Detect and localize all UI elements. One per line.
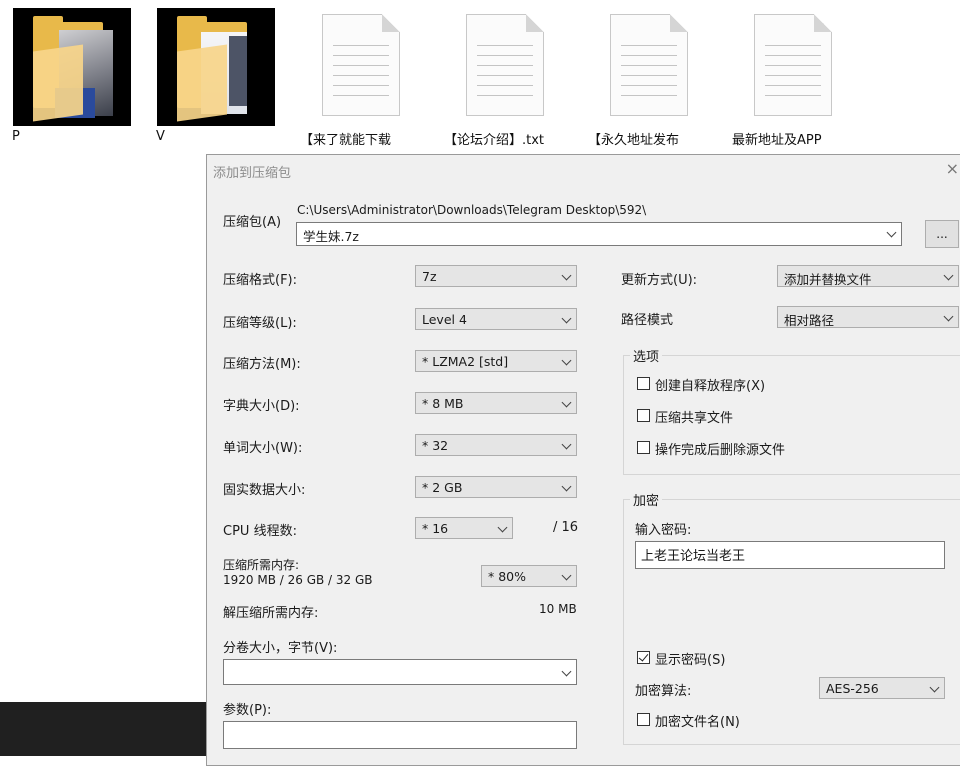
file-label[interactable]: 【论坛介绍】.txt — [444, 129, 564, 148]
parameters-input[interactable] — [223, 721, 577, 749]
word-size-select[interactable]: * 32 — [415, 434, 577, 456]
archive-name-value: 学生妹.7z — [303, 229, 359, 244]
shared-files-checkbox[interactable] — [637, 409, 650, 422]
show-password-checkbox[interactable] — [637, 651, 650, 664]
parameters-label: 参数(P): — [223, 703, 272, 718]
path-mode-select[interactable]: 相对路径 — [777, 306, 959, 328]
format-label: 压缩格式(F): — [223, 273, 298, 288]
update-mode-select[interactable]: 添加并替换文件 — [777, 265, 959, 287]
chevron-down-icon — [561, 313, 572, 324]
archive-path: C:\Users\Administrator\Downloads\Telegra… — [297, 203, 647, 217]
encrypt-names-label[interactable]: 加密文件名(N) — [655, 711, 740, 730]
close-icon[interactable]: × — [946, 159, 959, 178]
solid-block-label: 固实数据大小: — [223, 483, 306, 498]
shared-files-label[interactable]: 压缩共享文件 — [655, 407, 733, 426]
chevron-down-icon — [929, 682, 940, 693]
file-label[interactable]: 【来了就能下载 — [300, 129, 420, 148]
dialog-title: 添加到压缩包 — [213, 166, 292, 181]
chevron-down-icon — [886, 227, 897, 238]
delete-after-label[interactable]: 操作完成后删除源文件 — [655, 439, 785, 458]
show-password-label[interactable]: 显示密码(S) — [655, 649, 725, 668]
solid-block-select[interactable]: * 2 GB — [415, 476, 577, 498]
chevron-down-icon — [561, 481, 572, 492]
dictionary-select[interactable]: * 8 MB — [415, 392, 577, 414]
chevron-down-icon — [561, 439, 572, 450]
format-select[interactable]: 7z — [415, 265, 577, 287]
level-select[interactable]: Level 4 — [415, 308, 577, 330]
folder-p-label[interactable]: P — [12, 129, 132, 144]
chevron-down-icon — [943, 311, 954, 322]
sfx-checkbox[interactable] — [637, 377, 650, 390]
text-file-icon[interactable] — [466, 14, 544, 116]
memory-percent-select[interactable]: * 80% — [481, 565, 577, 587]
file-label[interactable]: 【永久地址发布 — [588, 129, 708, 148]
options-title: 选项 — [630, 346, 663, 365]
word-size-label: 单词大小(W): — [223, 441, 303, 456]
browse-button[interactable]: ... — [925, 220, 959, 248]
encryption-method-select[interactable]: AES-256 — [819, 677, 945, 699]
archive-name-combo[interactable]: 学生妹.7z — [296, 222, 902, 246]
update-mode-label: 更新方式(U): — [621, 273, 698, 288]
chevron-down-icon — [943, 270, 954, 281]
path-mode-label: 路径模式 — [621, 313, 674, 328]
decompress-memory-label: 解压缩所需内存: — [223, 606, 319, 621]
encryption-method-label: 加密算法: — [635, 684, 692, 699]
archive-label: 压缩包(A) — [223, 215, 282, 230]
folder-p-thumbnail[interactable] — [13, 8, 131, 126]
decompress-memory-value: 10 MB — [539, 602, 577, 616]
password-label: 输入密码: — [635, 523, 692, 538]
cpu-threads-select[interactable]: * 16 — [415, 517, 513, 539]
encryption-title: 加密 — [630, 490, 663, 509]
volume-size-combo[interactable] — [223, 659, 577, 685]
compress-memory-label: 压缩所需内存: — [223, 558, 300, 572]
cpu-threads-max: / 16 — [553, 520, 579, 535]
compress-memory-value: 1920 MB / 26 GB / 32 GB — [223, 573, 373, 587]
method-select[interactable]: * LZMA2 [std] — [415, 350, 577, 372]
cpu-threads-label: CPU 线程数: — [223, 524, 297, 539]
chevron-down-icon — [561, 355, 572, 366]
text-file-icon[interactable] — [322, 14, 400, 116]
add-to-archive-dialog: 添加到压缩包 × 压缩包(A) C:\Users\Administrator\D… — [206, 154, 960, 766]
password-input[interactable]: 上老王论坛当老王 — [635, 541, 945, 569]
text-file-icon[interactable] — [610, 14, 688, 116]
sfx-label[interactable]: 创建自释放程序(X) — [655, 375, 765, 394]
chevron-down-icon — [561, 270, 572, 281]
chevron-down-icon — [497, 522, 508, 533]
file-label[interactable]: 最新地址及APP — [732, 129, 852, 148]
taskbar — [0, 702, 207, 756]
encrypt-names-checkbox[interactable] — [637, 713, 650, 726]
chevron-down-icon — [561, 570, 572, 581]
volume-size-label: 分卷大小，字节(V): — [223, 641, 338, 656]
folder-v-thumbnail[interactable] — [157, 8, 275, 126]
method-label: 压缩方法(M): — [223, 357, 301, 372]
dictionary-label: 字典大小(D): — [223, 399, 300, 414]
chevron-down-icon — [561, 666, 572, 677]
level-label: 压缩等级(L): — [223, 316, 297, 331]
text-file-icon[interactable] — [754, 14, 832, 116]
delete-after-checkbox[interactable] — [637, 441, 650, 454]
folder-v-label[interactable]: V — [156, 129, 276, 144]
chevron-down-icon — [561, 397, 572, 408]
